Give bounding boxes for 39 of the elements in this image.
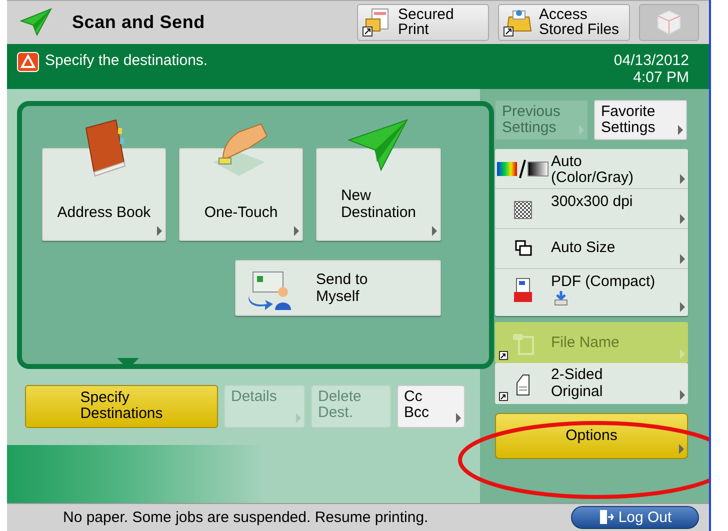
settings-item[interactable]: 2-Sided Original (495, 362, 688, 404)
arrow-icon (680, 390, 685, 400)
arrow-icon (579, 124, 584, 135)
pdf-file-icon (514, 278, 532, 302)
arrow-icon (680, 254, 685, 264)
settings-item[interactable]: 300x300 dpi (495, 188, 688, 229)
tab[interactable]: Cc Bcc (397, 384, 465, 428)
shortcut-icon (499, 350, 508, 360)
date-text: 04/13/2012 (614, 52, 689, 69)
download-tray-icon (553, 290, 569, 306)
destination-button[interactable]: Send to Myself (235, 260, 441, 316)
warning-icon (17, 52, 39, 72)
paper-plane-icon (19, 7, 53, 38)
pages-icon (514, 240, 532, 256)
door-icon (598, 509, 614, 526)
destination-button[interactable]: Address Book (42, 148, 166, 241)
checkerboard-icon (514, 200, 532, 219)
file-icon (512, 333, 534, 356)
tab[interactable]: Specify Destinations (25, 384, 218, 428)
options-button[interactable]: Options (495, 412, 688, 459)
status-message: Specify the destinations. (45, 52, 208, 69)
arrow-icon (680, 214, 685, 224)
destination-button[interactable]: One-Touch (179, 148, 303, 241)
header-button[interactable]: Secured Print (357, 4, 489, 41)
settings-item[interactable]: PDF (Compact) (495, 268, 688, 316)
screen-title: Scan and Send (72, 12, 206, 33)
settings-button[interactable]: Favorite Settings (594, 100, 687, 140)
settings-item[interactable]: Auto Size (495, 228, 688, 269)
arrow-icon (680, 174, 685, 184)
arrow-icon (680, 302, 685, 312)
time-text: 4:07 PM (632, 68, 689, 86)
settings-item[interactable]: Auto (Color/Gray) (495, 148, 688, 189)
status-message: No paper. Some jobs are suspended. Resume printing. (63, 508, 428, 526)
header-button[interactable]: Access Stored Files (498, 4, 630, 41)
destination-button[interactable]: New Destination (316, 148, 441, 241)
arrow-icon (678, 124, 683, 135)
shortcut-icon (499, 392, 508, 401)
page-icon (516, 374, 530, 396)
log-out-button[interactable]: Log Out (571, 506, 699, 529)
